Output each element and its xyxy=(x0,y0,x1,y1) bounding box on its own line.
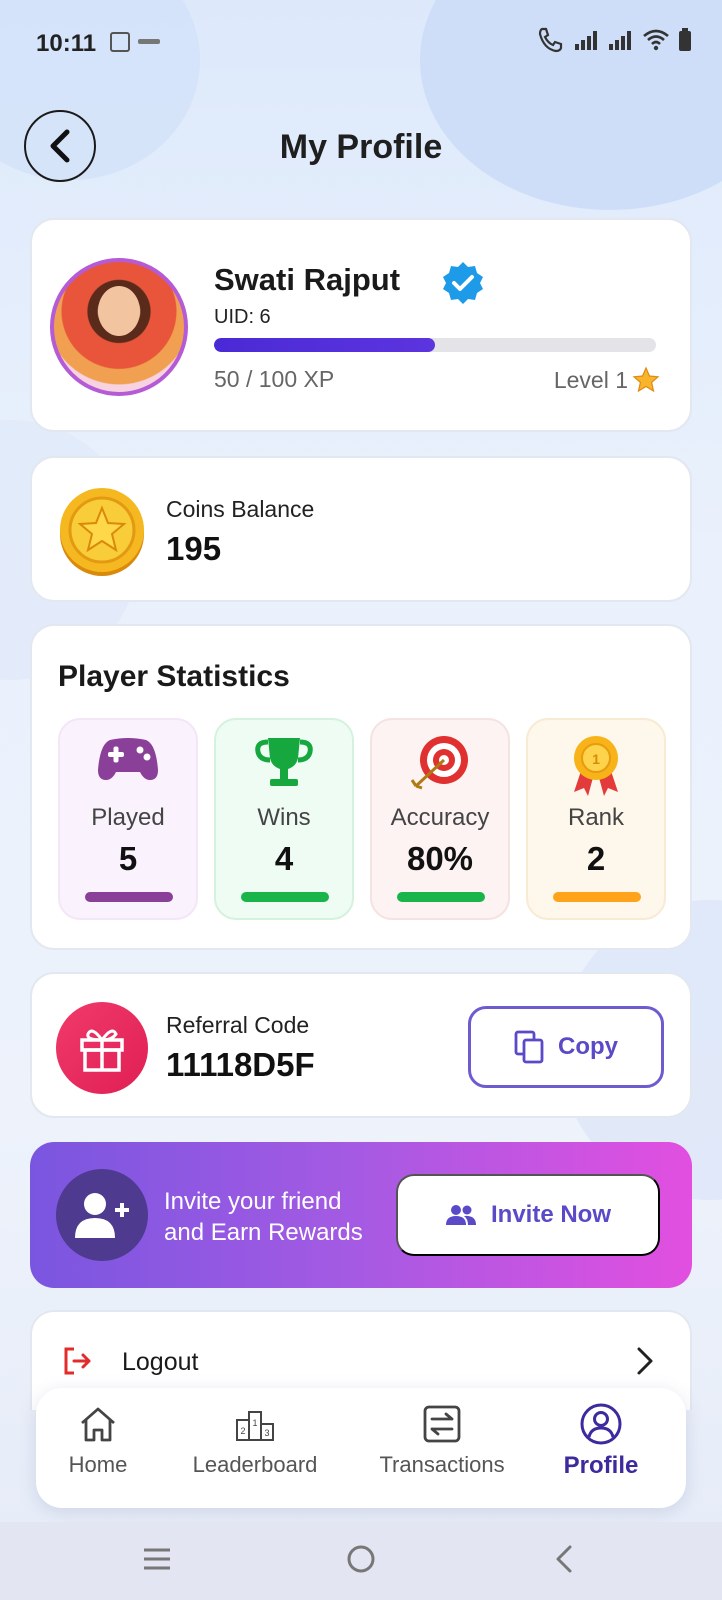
stat-label: Accuracy xyxy=(390,804,490,831)
stat-label: Wins xyxy=(257,804,311,831)
home-icon xyxy=(81,1407,115,1442)
profile-icon xyxy=(580,1403,622,1445)
medal-icon: 1 xyxy=(574,736,618,796)
stat-bar xyxy=(553,892,641,902)
stat-value: 80% xyxy=(406,840,474,877)
users-icon xyxy=(445,1205,476,1225)
add-user-icon xyxy=(56,1169,148,1261)
status-time: 10:11 xyxy=(36,30,97,57)
stat-bar xyxy=(241,892,329,902)
podium-icon: 1 2 3 xyxy=(236,1411,274,1441)
stat-accuracy: Accuracy 80% xyxy=(370,718,510,920)
wifi-icon xyxy=(643,29,669,51)
notification-icon-2 xyxy=(138,39,160,44)
nav-label: Home xyxy=(68,1452,128,1477)
bottom-nav: Home 1 2 3 Leaderboard Transactions Prof… xyxy=(36,1388,686,1508)
copy-label: Copy xyxy=(558,1033,618,1060)
stat-rank: 1 Rank 2 xyxy=(526,718,666,920)
stats-card: Player Statistics Played 5 Wins 4 Accura… xyxy=(30,624,692,950)
xp-text: 50 / 100 XP xyxy=(214,366,335,392)
avatar[interactable] xyxy=(50,258,188,396)
copy-icon xyxy=(514,1030,544,1064)
profile-name: Swati Rajput xyxy=(214,262,401,297)
svg-text:1: 1 xyxy=(592,751,600,767)
referral-card: Referral Code 11118D5F Copy xyxy=(30,972,692,1118)
nav-leaderboard[interactable]: 1 2 3 Leaderboard xyxy=(190,1402,320,1478)
logout-label: Logout xyxy=(122,1348,199,1376)
call-icon xyxy=(538,27,563,53)
home-system-icon[interactable] xyxy=(346,1544,376,1574)
page-title: My Profile xyxy=(279,128,443,166)
stat-played: Played 5 xyxy=(58,718,198,920)
referral-code: 11118D5F xyxy=(166,1046,315,1083)
svg-text:3: 3 xyxy=(264,1428,269,1438)
invite-now-button[interactable]: Invite Now xyxy=(396,1174,660,1256)
invite-banner: Invite your friend and Earn Rewards Invi… xyxy=(30,1142,692,1288)
system-nav-bar xyxy=(0,1522,722,1600)
nav-transactions[interactable]: Transactions xyxy=(376,1402,508,1478)
invite-text: Invite your friend and Earn Rewards xyxy=(164,1186,363,1248)
copy-button[interactable]: Copy xyxy=(468,1006,664,1088)
stat-value: 2 xyxy=(586,840,606,877)
stat-bar xyxy=(85,892,173,902)
svg-text:2: 2 xyxy=(240,1426,245,1436)
nav-label: Profile xyxy=(563,1452,639,1479)
gamepad-icon xyxy=(98,738,158,780)
verified-badge-icon xyxy=(443,262,483,304)
target-icon xyxy=(410,736,468,790)
stat-label: Played xyxy=(91,804,165,831)
chevron-right-icon xyxy=(637,1347,653,1375)
stat-bar xyxy=(397,892,485,902)
nav-home[interactable]: Home xyxy=(60,1402,136,1478)
stat-value: 4 xyxy=(274,840,294,877)
recent-apps-icon[interactable] xyxy=(142,1544,172,1574)
star-icon xyxy=(632,366,660,393)
invite-now-label: Invite Now xyxy=(490,1201,611,1228)
profile-card: Swati Rajput UID: 6 50 / 100 XP Level 1 xyxy=(30,218,692,432)
nav-label: Transactions xyxy=(379,1452,505,1477)
invite-line-1: Invite your friend xyxy=(164,1188,342,1215)
battery-icon xyxy=(679,28,691,51)
xp-progress-fill xyxy=(214,338,435,352)
gift-icon xyxy=(56,1002,148,1094)
back-system-icon[interactable] xyxy=(552,1544,576,1574)
stat-value: 5 xyxy=(118,840,138,877)
transactions-icon xyxy=(423,1405,461,1443)
invite-line-2: and Earn Rewards xyxy=(164,1219,363,1246)
trophy-icon xyxy=(255,738,313,786)
coins-label: Coins Balance xyxy=(166,496,315,522)
status-bar: 10:11 xyxy=(0,0,722,86)
stat-label: Rank xyxy=(567,804,625,831)
stat-wins: Wins 4 xyxy=(214,718,354,920)
level-label: Level 1 xyxy=(553,366,628,393)
signal-icon-2 xyxy=(609,31,631,50)
coin-icon xyxy=(60,488,144,576)
profile-uid: UID: 6 xyxy=(214,306,271,328)
coins-card: Coins Balance 195 xyxy=(30,456,692,602)
signal-icon xyxy=(575,31,597,50)
referral-label: Referral Code xyxy=(166,1012,310,1038)
coins-value: 195 xyxy=(166,530,222,567)
logout-icon xyxy=(64,1347,91,1375)
nav-profile[interactable]: Profile xyxy=(560,1402,642,1480)
svg-text:1: 1 xyxy=(252,1418,257,1428)
nav-label: Leaderboard xyxy=(192,1452,318,1477)
level-indicator: Level 1 xyxy=(554,366,660,394)
stats-title: Player Statistics xyxy=(58,660,290,693)
xp-progress-bar xyxy=(214,338,656,352)
notification-icon xyxy=(110,32,130,52)
